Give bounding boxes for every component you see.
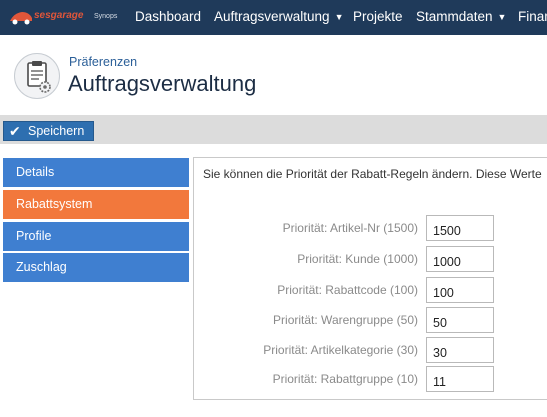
sidebar-item-label: Profile	[16, 229, 52, 243]
sidebar-item-rabattsystem[interactable]: Rabattsystem	[3, 190, 189, 219]
nav-finanzen[interactable]: Finan	[518, 9, 547, 24]
checkmark-icon: ✔	[9, 123, 21, 139]
page-title: Auftragsverwaltung	[68, 71, 257, 96]
top-navigation: sesgarage Synops Dashboard Auftragsverwa…	[0, 0, 547, 35]
toolbar: ✔ Speichern	[0, 115, 547, 144]
priority-label-artikel-nr: Priorität: Artikel-Nr (1500)	[282, 221, 418, 235]
nav-stammdaten[interactable]: Stammdaten ▼	[416, 9, 506, 24]
priority-label-rabattgruppe: Priorität: Rabattgruppe (10)	[272, 372, 418, 386]
nav-auftragsverwaltung[interactable]: Auftragsverwaltung ▼	[214, 9, 343, 24]
priority-input-warengruppe[interactable]	[426, 307, 494, 333]
page-header: Präferenzen Auftragsverwaltung	[0, 35, 547, 115]
sidebar-item-label: Zuschlag	[16, 260, 67, 274]
logo-text: sesgarage	[34, 10, 84, 21]
nav-projekte[interactable]: Projekte	[353, 9, 403, 24]
priority-input-rabattgruppe[interactable]	[426, 366, 494, 392]
sidebar-item-zuschlag[interactable]: Zuschlag	[3, 253, 189, 282]
nav-auftragsverwaltung-label: Auftragsverwaltung	[214, 9, 330, 24]
breadcrumb[interactable]: Präferenzen	[69, 55, 137, 69]
sesgarage-logo[interactable]: sesgarage	[8, 6, 88, 28]
priority-input-artikel-nr[interactable]	[426, 215, 494, 241]
priority-input-rabattcode[interactable]	[426, 277, 494, 303]
clipboard-settings-icon	[14, 53, 60, 99]
sidebar-item-details[interactable]: Details	[3, 158, 189, 187]
nav-stammdaten-label: Stammdaten	[416, 9, 493, 24]
panel-intro-text: Sie können die Priorität der Rabatt-Rege…	[203, 167, 542, 181]
car-logo-icon	[10, 12, 32, 25]
save-button-label: Speichern	[28, 124, 85, 138]
chevron-down-icon: ▼	[334, 12, 344, 22]
priority-input-artikelkategorie[interactable]	[426, 337, 494, 363]
nav-dashboard[interactable]: Dashboard	[135, 9, 201, 24]
priority-label-rabattcode: Priorität: Rabattcode (100)	[277, 283, 418, 297]
save-button[interactable]: ✔ Speichern	[3, 121, 94, 141]
sidebar-item-label: Details	[16, 165, 55, 179]
priority-label-warengruppe: Priorität: Warengruppe (50)	[273, 313, 418, 327]
priority-label-kunde: Priorität: Kunde (1000)	[297, 252, 418, 266]
priority-label-artikelkategorie: Priorität: Artikelkategorie (30)	[263, 343, 418, 357]
sidebar-item-label: Rabattsystem	[16, 197, 93, 211]
sidebar-item-profile[interactable]: Profile	[3, 222, 189, 251]
rabattsystem-panel: Sie können die Priorität der Rabatt-Rege…	[193, 157, 547, 400]
priority-input-kunde[interactable]	[426, 246, 494, 272]
chevron-down-icon: ▼	[497, 12, 507, 22]
synops-label: Synops	[94, 13, 118, 20]
clipboard-icon	[27, 61, 51, 93]
